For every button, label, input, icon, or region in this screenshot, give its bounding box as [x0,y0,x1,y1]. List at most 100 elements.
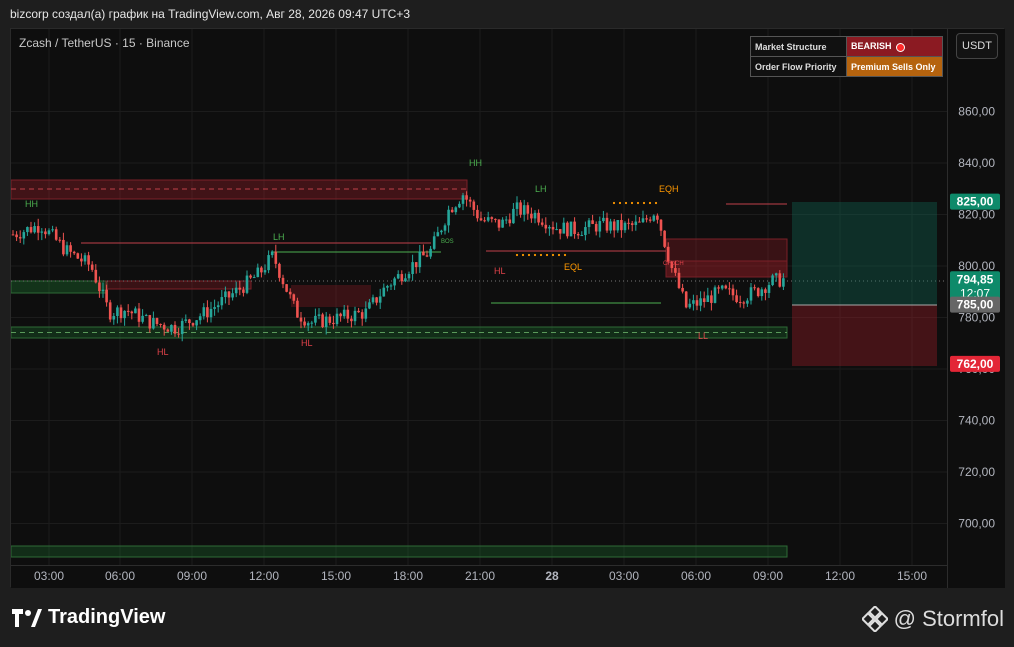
candle-body [454,207,458,213]
candle-body [465,195,468,200]
candle-body [483,220,486,222]
author-tag[interactable]: @ Stormfol [861,606,1004,632]
candle-body [580,235,584,237]
candle-body [62,239,65,255]
structure-label-bos: BOS [441,239,454,245]
candle-body [101,289,105,292]
candle-body [677,272,681,288]
candle-body [220,297,224,306]
candle-body [76,253,80,259]
candle-body [569,221,573,237]
candle-body [328,316,332,323]
candle-body [616,220,620,231]
candle-body [458,203,461,208]
candle-body [130,311,134,314]
candle-body [695,300,699,306]
candle-body [281,277,285,285]
red-dot-icon [895,42,905,52]
demand-zone [11,280,108,294]
candle-body [630,223,634,225]
take-profit-label: 825,00 [957,195,994,209]
y-tick-label: 860,00 [958,105,995,119]
candle-body [389,285,393,287]
candle-body [54,229,58,240]
candle-body [234,287,238,294]
candle-body [47,230,51,235]
candle-body [746,300,749,304]
candle-body [684,291,688,308]
candle-body [476,209,479,219]
candle-body [15,234,18,238]
info-value-text: BEARISH [851,41,892,52]
eqh-dot [630,201,634,205]
candle-body [83,255,87,262]
candle-body [594,223,598,232]
candle-body [393,278,396,286]
tradingview-logo[interactable]: TradingView [12,606,165,629]
candle-body [771,275,774,286]
info-key: Order Flow Priority [750,56,847,77]
x-tick-label: 12:00 [825,569,855,583]
candle-body [767,285,771,293]
candle-body [641,218,645,223]
candle-body [598,221,602,232]
candle-body [267,255,270,271]
candle-body [69,245,72,252]
candle-body [36,226,40,233]
x-tick-label: 09:00 [753,569,783,583]
candle-body [515,202,519,209]
candle-body [486,217,490,221]
candle-body [656,215,659,220]
y-tick-label: 720,00 [958,465,995,479]
chart-panel[interactable]: HH HL LH HL HH HL LH EQL EQH LL BOS CHoCH 860,00 840,… [10,28,1005,588]
candle-body [728,288,731,290]
candle-body [756,288,760,297]
candle-body [533,212,537,219]
supply-zone [105,280,252,290]
candle-body [432,236,436,249]
candle-body [386,286,389,288]
candle-body [566,222,569,237]
candle-body [450,209,454,213]
candle-body [123,310,126,319]
candle-body [11,234,15,236]
eqh-dot [648,201,652,205]
candle-body [706,295,710,302]
candle-body [177,333,180,335]
candle-body [620,220,623,231]
candle-body [501,219,504,228]
candle-body [720,285,724,289]
eqh-dot [612,201,616,205]
structure-label-hh: HH [469,158,482,168]
y-tick-label: 700,00 [958,517,995,531]
y-tick-label: 800,00 [958,259,995,273]
candle-body [764,289,767,293]
candle-body [188,319,191,324]
candle-body [378,296,382,303]
candle-body [303,321,306,326]
candle-body [472,201,476,210]
candle-body [634,221,638,225]
structure-label-ll: LL [698,331,708,341]
candle-body [216,305,220,308]
symbol-title: Zcash / TetherUS · 15 · Binance [19,36,190,50]
candle-body [195,320,198,326]
candle-body [504,219,508,221]
candle-body [400,274,404,282]
candle-body [659,219,663,231]
structure-label-hh: HH [25,199,38,209]
candle-body [508,219,512,224]
eql-dot [551,253,555,257]
candle-body [112,316,116,320]
candle-body [94,269,98,283]
candle-body [612,221,616,231]
eql-dot [539,253,543,257]
candle-body [702,298,706,302]
structure-label-hl: HL [494,266,506,276]
candle-body [33,226,36,233]
candle-body [425,255,429,257]
currency-button[interactable]: USDT [956,33,998,59]
candle-body [335,313,339,325]
candle-body [180,320,184,335]
price-chart[interactable]: HH HL LH HL HH HL LH EQL EQH LL BOS CHoCH 860,00 840,… [11,29,1005,588]
